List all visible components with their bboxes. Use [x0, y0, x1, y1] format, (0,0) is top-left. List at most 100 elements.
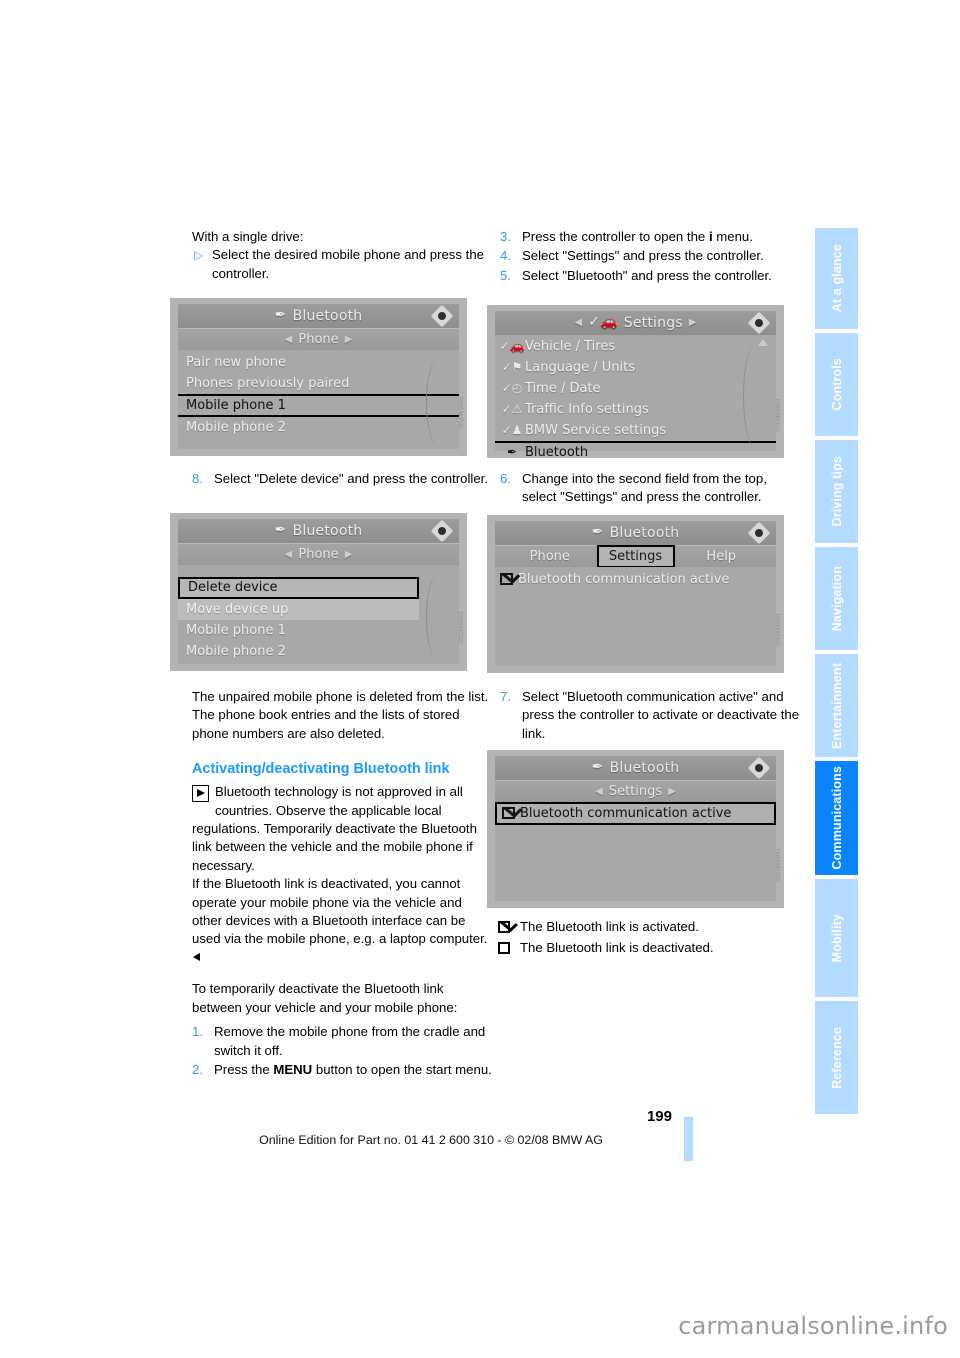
screen-sub-bar: ◀ Settings ▶ [495, 780, 776, 802]
step-6: 6. Change into the second field from the… [500, 470, 800, 508]
sidebar-item-label: Mobility [829, 913, 844, 963]
list-item: ✓⚠ Traffic Info settings [495, 399, 776, 420]
result-paragraph-1: The unpaired mobile phone is deleted fro… [192, 689, 489, 704]
screen-title-text: Settings [623, 314, 683, 331]
left-text-column: With a single drive: ▷ Select the desire… [192, 228, 492, 285]
list-item-selected: ✒ Bluetooth [495, 441, 776, 458]
controller-icon [747, 311, 771, 334]
chevron-right-icon: ▶ [668, 785, 676, 797]
controller-icon [747, 521, 771, 544]
page-number: 199 [646, 1108, 672, 1125]
note-text-2: If the Bluetooth link is deactivated, yo… [192, 876, 488, 947]
legend-text: The Bluetooth link is deactivated. [520, 940, 714, 956]
list-item: ✓🚗 Vehicle / Tires [495, 336, 776, 357]
step-3: 3. Press the controller to open the i me… [500, 228, 800, 246]
sidebar-item-entertainment[interactable]: Entertainment [815, 654, 858, 757]
legend-item-activated: The Bluetooth link is activated. [498, 918, 803, 938]
step-8: 8. Select "Delete device" and press the … [192, 470, 492, 489]
left-lower-text: The unpaired mobile phone is deleted fro… [192, 688, 492, 1080]
right-text-column: 3. Press the controller to open the i me… [500, 228, 800, 286]
sidebar-item-controls[interactable]: Controls [815, 333, 858, 436]
flag-check-icon: ✓⚑ [501, 360, 523, 374]
step-text: Select "Settings" and press the controll… [522, 248, 764, 264]
step-5: 5. Select "Bluetooth" and press the cont… [500, 267, 800, 285]
list-item-popup: Move device up [178, 599, 419, 620]
screen-list: Pair new phone Phones previously paired … [178, 350, 459, 449]
note-text: Bluetooth technology is not approved in … [192, 784, 477, 873]
list-item-label: Vehicle / Tires [525, 339, 616, 354]
sidebar-item-label: Communications [829, 766, 844, 870]
note-triangle-icon [192, 785, 209, 803]
scroll-indicator [426, 569, 451, 660]
watermark: carmanualsonline.info [678, 1312, 948, 1340]
list-item-label: Language / Units [525, 360, 636, 375]
screen-title-text: Bluetooth [292, 522, 363, 539]
sidebar-item-label: At a glance [829, 244, 844, 313]
figure-code: VZ5150SM01 [459, 611, 465, 645]
screen-tab-bar: Phone Settings Help [495, 544, 776, 568]
step-text: Change into the second field from the to… [522, 471, 767, 505]
sidebar-item-communications[interactable]: Communications [815, 761, 858, 875]
sidebar-item-label: Driving tips [829, 456, 844, 527]
step-1: 1. Remove the mobile phone from the crad… [192, 1023, 492, 1060]
step-number: 7. [500, 689, 511, 704]
list-item: Mobile phone 1 [186, 623, 286, 638]
screen-sub-label: Settings [608, 783, 663, 799]
step-number: 2. [192, 1061, 203, 1077]
sidebar-item-label: Reference [829, 1026, 844, 1089]
list-item: Mobile phone 2 [186, 644, 286, 659]
list-item-label: Traffic Info settings [525, 402, 649, 417]
page-title: Activating/deactivating Bluetooth link [192, 761, 450, 778]
screen-sub-bar: ◀ Phone ▶ [178, 328, 459, 350]
step-7: 7. Select "Bluetooth communication activ… [500, 688, 800, 744]
sidebar-item-navigation[interactable]: Navigation [815, 547, 858, 650]
step-2-post: button to open the start menu. [312, 1061, 492, 1077]
step-text: Remove the mobile phone from the cradle … [214, 1024, 486, 1058]
bluetooth-icon: ✒ [274, 521, 287, 538]
chevron-right-icon: ▶ [688, 317, 697, 328]
controller-icon [430, 519, 454, 542]
list-item-label: Bluetooth communication active [520, 806, 732, 821]
screen-list: Bluetooth communication active [495, 802, 776, 901]
step-number: 8. [192, 471, 203, 486]
sidebar-item-label: Navigation [829, 565, 844, 632]
menu-button-label: MENU [273, 1061, 313, 1077]
step-number: 4. [500, 248, 511, 264]
sidebar-item-mobility[interactable]: Mobility [815, 879, 858, 997]
screen-list: Delete device Move device up Mobile phon… [178, 565, 459, 664]
screen-title-bar: ✒ Bluetooth [178, 303, 459, 328]
figure-bluetooth-settings: ✒ Bluetooth ◀ Settings ▶ Bluetooth commu… [487, 750, 784, 908]
step-2: 2. Press the MENU button to open the sta… [192, 1061, 492, 1079]
vehicle-check-icon: ✓🚗 [588, 313, 618, 330]
figure-delete-device: ✒ Bluetooth ◀ Phone ▶ Delete device Move… [170, 513, 467, 671]
list-item: ✓◴ Time / Date [495, 378, 776, 399]
screen-list: ✓🚗 Vehicle / Tires ✓⚑ Language / Units ✓… [495, 335, 776, 458]
sidebar-item-reference[interactable]: Reference [815, 1001, 858, 1114]
step-text: Select "Delete device" and press the con… [214, 471, 488, 486]
list-item-selected: Bluetooth communication active [495, 802, 776, 825]
list-item-label: Bluetooth communication active [518, 572, 730, 587]
sidebar-item-at-a-glance[interactable]: At a glance [815, 228, 858, 329]
service-check-icon: ✓♟ [501, 423, 523, 437]
legend-block: The Bluetooth link is activated. The Blu… [498, 918, 803, 961]
tab-edge-right [766, 554, 776, 558]
screen-title-text: Bluetooth [292, 307, 363, 324]
step-number: 5. [500, 267, 511, 283]
screen-title-text: Bluetooth [609, 524, 680, 541]
tab-edge-left [495, 554, 505, 558]
step-4: 4. Select "Settings" and press the contr… [500, 247, 800, 265]
bluetooth-icon: ✒ [591, 523, 604, 540]
screen-sub-bar: ◀ Phone ▶ [178, 543, 459, 565]
sidebar-item-label: Controls [829, 358, 844, 411]
chevron-left-icon: ◀ [574, 317, 583, 328]
chevron-right-icon: ▶ [344, 333, 353, 345]
sidebar-item-driving-tips[interactable]: Driving tips [815, 440, 858, 543]
step-text: Press the controller to open the i menu. [522, 228, 800, 246]
list-item-selected: Mobile phone 1 [178, 394, 459, 417]
step-text: Select "Bluetooth" and press the control… [522, 267, 772, 283]
screen-area: ◀ ✓🚗 Settings ▶ ✓🚗 Vehicle / Tires ✓⚑ La… [495, 310, 776, 458]
result-paragraph-2: The phone book entries and the lists of … [192, 707, 460, 741]
figure-code: VZ5148SM01 [459, 396, 465, 430]
chevron-left-icon: ◀ [595, 785, 603, 797]
section-tab-rail: At a glance Controls Driving tips Naviga… [815, 228, 858, 1118]
